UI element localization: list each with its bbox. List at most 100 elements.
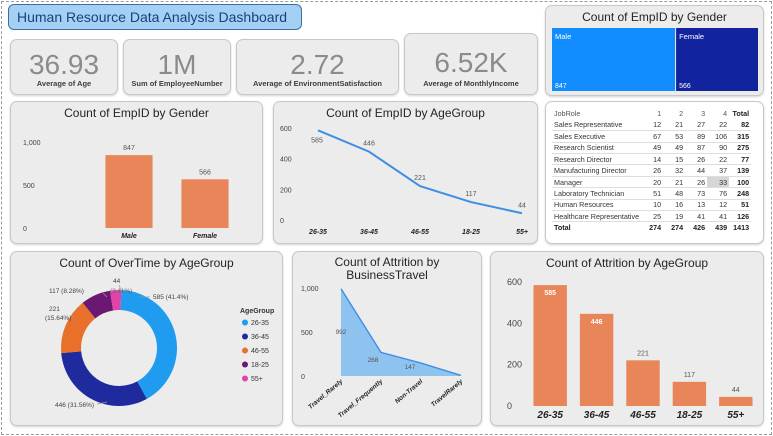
legend-marker: [242, 361, 248, 368]
value-cell: 49: [641, 142, 664, 155]
data-label: 446 (31.56%): [55, 402, 94, 409]
value-cell: 275: [729, 142, 752, 155]
legend-marker: [242, 319, 248, 326]
data-label: 268: [368, 357, 379, 364]
bar: [579, 313, 614, 406]
jobrole-cell: Research Scientist: [552, 142, 642, 155]
bar-attrition-age-card[interactable]: Count of Attrition by AgeGroup 0 200 400 60…: [490, 251, 764, 426]
line-age-card[interactable]: Count of EmpID by AgeGroup 0 200 400 600 585…: [273, 101, 538, 244]
table-row[interactable]: Sales Representative 12 21 27 22 82: [552, 119, 752, 132]
value-cell: 67: [641, 130, 664, 143]
table-row[interactable]: Research Director 14 15 26 22 77: [552, 153, 752, 166]
y-tick-label: 400: [507, 318, 522, 328]
category-label: 18-25: [677, 410, 703, 421]
table-row[interactable]: Laboratory Technician 51 48 73 76 248: [552, 187, 752, 200]
legend-label: 36-45: [251, 334, 269, 341]
kpi-label: Average of MonthlyIncome: [423, 79, 519, 88]
value-cell: 21: [663, 176, 686, 189]
value-cell: 19: [663, 210, 686, 223]
data-label: 585: [311, 137, 323, 144]
category-label: 18-25: [462, 229, 480, 236]
kpi-card-avg-environment-satisfaction[interactable]: 2.72 Average of EnvironmentSatisfaction: [236, 39, 399, 95]
data-label: 221: [49, 306, 60, 313]
jobrole-cell: Research Director: [552, 153, 642, 166]
table-total-row[interactable]: Total 274 274 426 439 1413: [552, 221, 752, 234]
area-fill: [341, 288, 461, 376]
column-header-total[interactable]: Total: [729, 108, 751, 119]
value-cell: 41: [685, 210, 708, 223]
data-label: 117 (8.28%): [49, 288, 84, 295]
value-cell: 20: [641, 176, 664, 189]
value-cell: 16: [663, 199, 686, 212]
jobrole-table-card[interactable]: JobRole 1 2 3 4 Total Sales Representati…: [545, 101, 764, 244]
y-tick-label: 400: [280, 157, 292, 164]
column-header-4[interactable]: 4: [707, 108, 729, 119]
data-label: (3.11%): [110, 288, 132, 295]
category-label: Non-Travel: [394, 378, 425, 405]
value-cell: 22: [707, 153, 730, 166]
kpi-card-sum-employee-number[interactable]: 1M Sum of EmployeeNumber: [123, 39, 231, 95]
bar: [626, 360, 660, 406]
category-label: Travel_Frequently: [337, 378, 385, 420]
value-cell: 48: [663, 187, 686, 200]
value-cell: 248: [729, 187, 752, 200]
value-cell: 49: [663, 142, 686, 155]
category-label: 26-35: [308, 229, 327, 236]
bar: [105, 155, 153, 228]
value-cell: 126: [729, 210, 752, 223]
jobrole-cell: Sales Representative: [552, 119, 642, 132]
value-cell: 439: [707, 221, 730, 234]
value-cell: 89: [685, 130, 708, 143]
kpi-card-avg-age[interactable]: 36.93 Average of Age: [10, 39, 118, 95]
data-label: 847: [123, 145, 135, 152]
column-header-2[interactable]: 2: [663, 108, 685, 119]
kpi-value: 36.93: [28, 49, 100, 80]
value-cell: 82: [729, 119, 752, 132]
table-row[interactable]: Sales Executive 67 53 89 106 315: [552, 130, 752, 143]
value-cell: 22: [707, 119, 730, 132]
value-cell: 106: [707, 130, 730, 143]
category-label: 36-45: [584, 410, 610, 421]
data-label: 117: [684, 372, 695, 379]
table-row[interactable]: Manufacturing Director 26 32 44 37 139: [552, 164, 752, 177]
column-header-1[interactable]: 1: [641, 108, 663, 119]
table-row[interactable]: Manager 20 21 26 33 100: [552, 176, 752, 189]
kpi-card-avg-monthly-income[interactable]: 6.52K Average of MonthlyIncome: [404, 33, 538, 95]
data-label: 44: [518, 202, 526, 209]
y-tick-label: 200: [507, 360, 522, 370]
value-cell: 76: [707, 187, 730, 200]
value-cell: 32: [663, 164, 686, 177]
bar-gender-card[interactable]: Count of EmpID by Gender 0 500 1,000 847 Mal…: [10, 101, 263, 244]
category-label: 55+: [727, 410, 744, 421]
data-label: 44: [113, 278, 121, 285]
treemap-category-label: Female: [679, 32, 704, 41]
data-label: (15.64%): [45, 315, 71, 322]
table-row[interactable]: Healthcare Representative 25 19 41 41 126: [552, 210, 752, 223]
treemap-gender-card[interactable]: Count of EmpID by Gender Male 847 Female 56…: [545, 5, 764, 96]
treemap-category-label: Male: [555, 32, 571, 41]
value-cell: 53: [663, 130, 686, 143]
treemap-gender-svg: Male 847 Female 566: [552, 28, 758, 91]
value-cell: 12: [641, 119, 664, 132]
jobrole-cell: Sales Executive: [552, 130, 642, 143]
category-label: Male: [121, 233, 137, 240]
kpi-label: Average of Age: [36, 79, 92, 88]
donut-overtime-card[interactable]: Count of OverTime by AgeGroup 585 (41.4%…: [10, 251, 283, 426]
value-cell: 73: [685, 187, 708, 200]
jobrole-cell: Manager: [552, 176, 642, 189]
bar: [719, 396, 753, 406]
value-cell: 51: [641, 187, 664, 200]
area-travel-card[interactable]: Count of Attrition by BusinessTravel 0 50…: [292, 251, 482, 426]
jobrole-cell: Human Resources: [552, 199, 642, 212]
data-label: 221: [637, 350, 649, 357]
series-line: [317, 129, 523, 215]
table-row[interactable]: Human Resources 10 16 13 12 51: [552, 199, 752, 212]
y-tick-label: 600: [507, 277, 522, 287]
kpi-value: 6.52K: [434, 47, 508, 78]
bar-gender-svg: 0 500 1,000 847 Male 566 Female: [23, 140, 229, 240]
table-row[interactable]: Research Scientist 49 49 87 90 275: [552, 142, 752, 155]
column-header-jobrole[interactable]: JobRole: [552, 108, 641, 119]
jobrole-cell: Total: [552, 221, 642, 234]
legend-label: 55+: [251, 376, 263, 383]
column-header-3[interactable]: 3: [685, 108, 707, 119]
